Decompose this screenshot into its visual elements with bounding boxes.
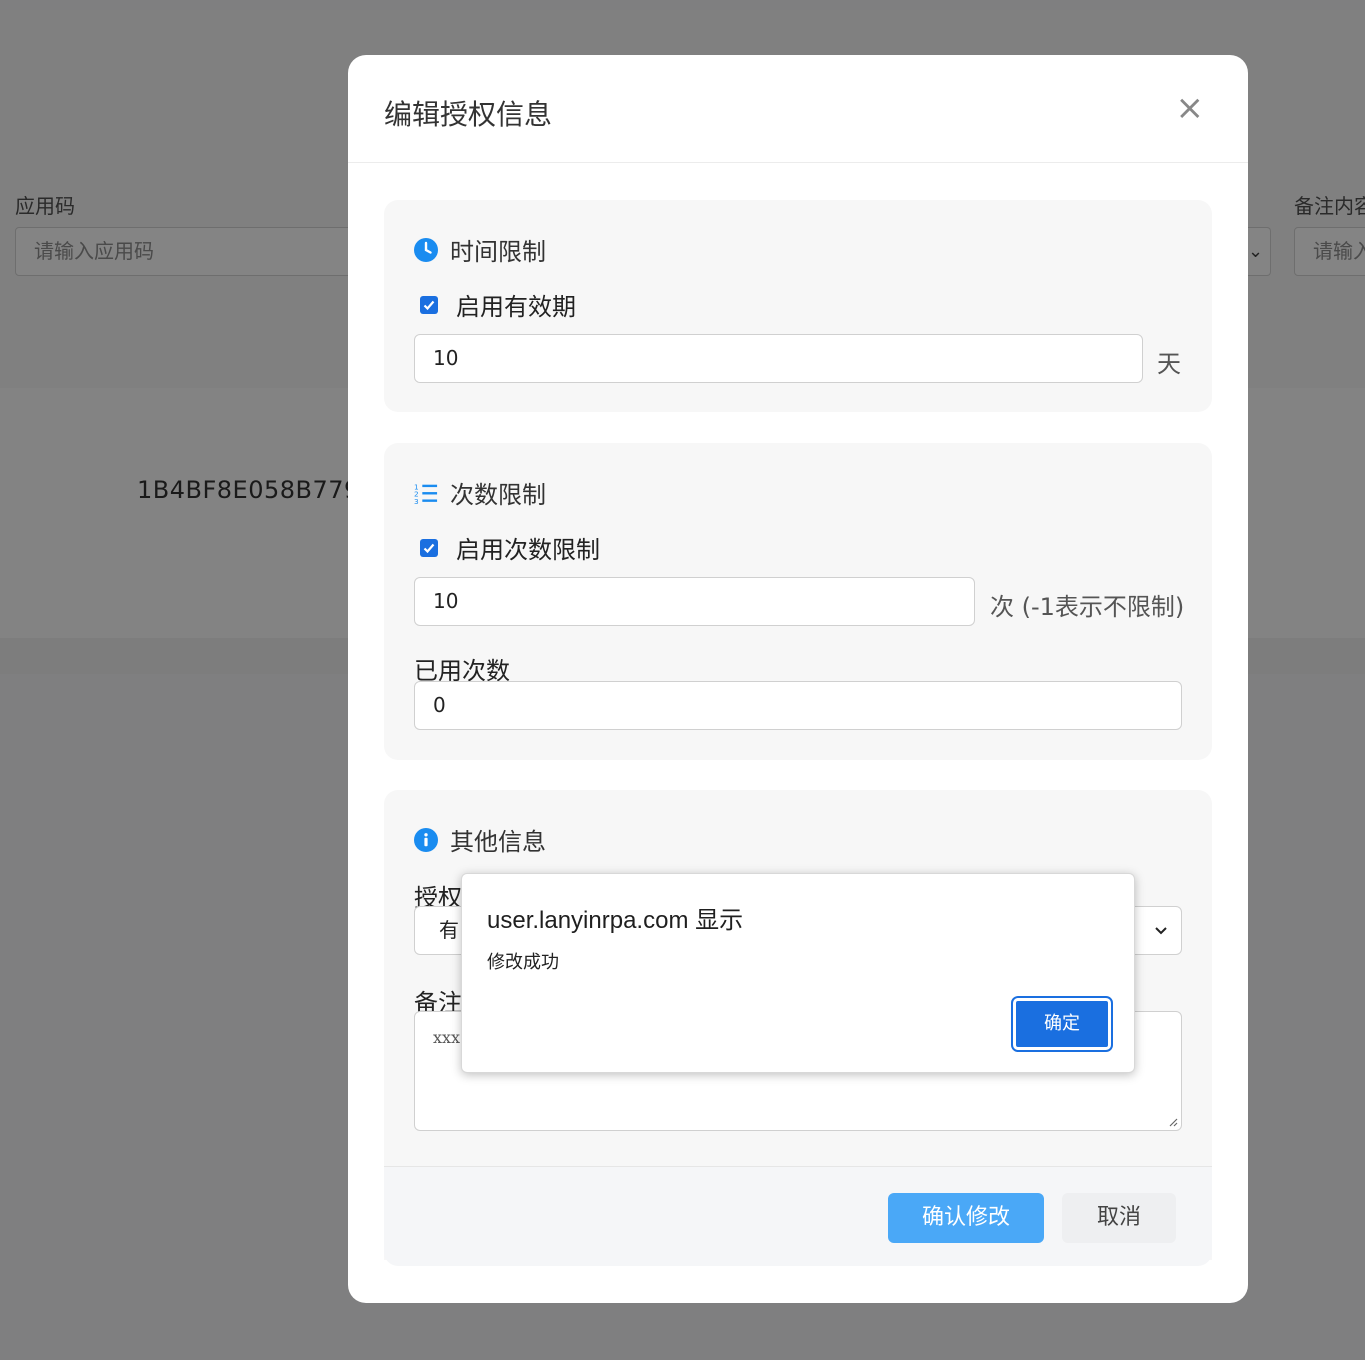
alert-ok-button[interactable]: 确定 [1011, 996, 1113, 1052]
enable-validity-label: 启用有效期 [456, 293, 576, 321]
modal-header: 编辑授权信息 × [348, 55, 1248, 163]
other-info-title: 其他信息 [414, 822, 546, 857]
enable-validity-checkbox-row[interactable]: 启用有效期 [420, 287, 576, 322]
remark-filter-label: 备注内容 [1294, 194, 1365, 218]
used-count-input[interactable]: 0 [414, 681, 1182, 730]
count-limit-unit: 次 (-1表示不限制) [990, 593, 1185, 621]
app-code-input[interactable]: 请输入应用码 [15, 227, 355, 276]
cancel-button[interactable]: 取消 [1062, 1193, 1176, 1243]
app-code-label: 应用码 [15, 194, 75, 218]
validity-days-input[interactable]: 10 [414, 334, 1143, 383]
validity-unit: 天 [1157, 350, 1181, 378]
enable-count-limit-label: 启用次数限制 [456, 536, 600, 564]
clock-icon [414, 237, 438, 262]
enable-count-limit-checkbox-row[interactable]: 启用次数限制 [420, 530, 600, 565]
resize-handle-icon[interactable] [1168, 1117, 1178, 1127]
svg-text:3: 3 [414, 497, 419, 505]
browser-alert-dialog: user.lanyinrpa.com 显示 修改成功 确定 [461, 873, 1135, 1073]
alert-message: 修改成功 [487, 952, 559, 973]
enable-validity-checkbox[interactable] [420, 295, 438, 314]
count-limit-input[interactable]: 10 [414, 577, 975, 626]
close-icon[interactable]: × [1176, 91, 1205, 125]
alert-title: user.lanyinrpa.com 显示 [487, 907, 744, 934]
confirm-edit-button[interactable]: 确认修改 [888, 1193, 1044, 1243]
remark-filter-input[interactable]: 请输入 [1294, 227, 1365, 276]
time-limit-title: 时间限制 [414, 232, 546, 267]
count-limit-title: 1 2 3 次数限制 [414, 481, 546, 509]
chevron-down-icon [1153, 907, 1169, 972]
count-limit-section: 1 2 3 次数限制 启用次数限制 10 次 (-1表示不限制) 已用次数 0 [384, 443, 1212, 760]
time-limit-section: 时间限制 启用有效期 10 天 [384, 200, 1212, 412]
modal-footer: 确认修改 取消 [384, 1166, 1212, 1266]
enable-count-limit-checkbox[interactable] [420, 538, 438, 557]
ordered-list-icon: 1 2 3 [414, 481, 438, 505]
edit-license-modal: 编辑授权信息 × 时间限制 启用有效期 10 天 1 2 3 次数限制 启用次数… [348, 55, 1248, 1303]
info-icon [414, 827, 438, 852]
modal-title: 编辑授权信息 [384, 98, 553, 131]
table-row-app-code: 1B4BF8E058B7798 [137, 476, 376, 504]
